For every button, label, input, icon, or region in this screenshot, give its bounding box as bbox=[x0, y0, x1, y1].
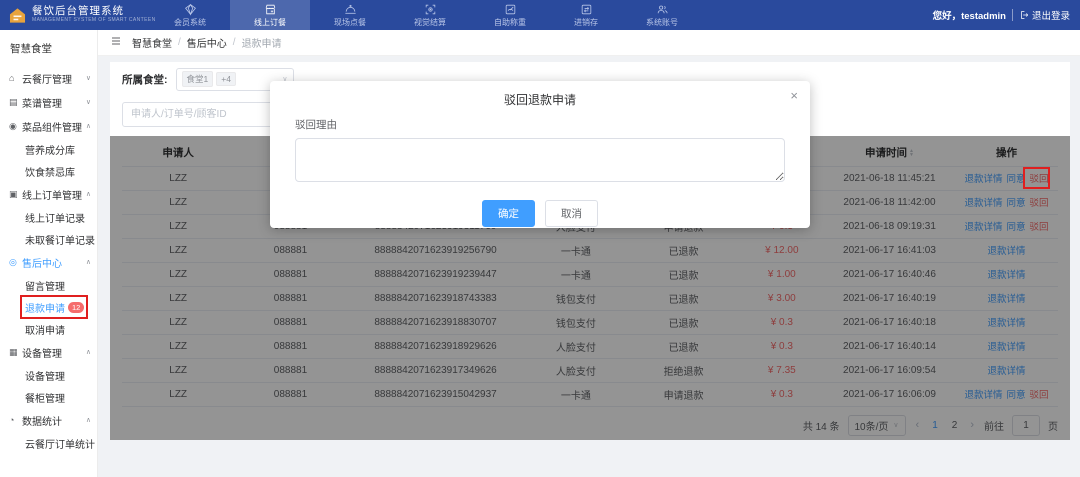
chevron-up-icon: ∧ bbox=[86, 348, 91, 356]
inventory-icon bbox=[580, 3, 593, 16]
orders-icon: ▣ bbox=[9, 189, 22, 200]
users-icon bbox=[656, 3, 669, 16]
chevron-up-icon: ∧ bbox=[86, 258, 91, 266]
nav-visual-checkout[interactable]: 视觉结算 bbox=[390, 0, 470, 30]
chevron-up-icon: ∧ bbox=[86, 416, 91, 424]
canteen-tag: 食堂1 bbox=[182, 71, 214, 87]
nav-self-weighing[interactable]: 自助称重 bbox=[470, 0, 550, 30]
top-nav: 会员系统 线上订餐 现场点餐 视觉结算 自助称重 进销存 bbox=[150, 0, 923, 30]
sidebar-item-cabinet-mgmt[interactable]: 餐柜管理 bbox=[0, 386, 97, 408]
user-area: 您好，testadmin 退出登录 bbox=[923, 0, 1080, 30]
sidebar-item-cloud-order-stats[interactable]: 云餐厅订单统计 bbox=[0, 432, 97, 454]
dish-icon bbox=[344, 3, 357, 16]
cancel-button[interactable]: 取消 bbox=[545, 200, 598, 227]
sidebar-item-diet-taboo-library[interactable]: 饮食禁忌库 bbox=[0, 160, 97, 182]
sidebar-item-dish-components[interactable]: ◉ 菜品组件管理 ∧ bbox=[0, 114, 97, 138]
reject-reason-textarea[interactable] bbox=[295, 138, 785, 182]
sidebar-item-refund-requests[interactable]: 退款申请 12 bbox=[0, 296, 97, 318]
breadcrumb-item[interactable]: 智慧食堂 bbox=[132, 35, 172, 50]
breadcrumb-separator: / bbox=[178, 37, 181, 48]
home-icon: ⌂ bbox=[9, 73, 22, 83]
reject-reason-label: 驳回理由 bbox=[295, 117, 785, 132]
chevron-down-icon: ∨ bbox=[86, 74, 91, 82]
sidebar-item-cancel-requests[interactable]: 取消申请 bbox=[0, 318, 97, 340]
sidebar-item-online-order-records[interactable]: 线上订单记录 bbox=[0, 206, 97, 228]
nav-inventory[interactable]: 进销存 bbox=[550, 0, 622, 30]
headset-icon: ◎ bbox=[9, 257, 22, 268]
sidebar-item-aftersales-center[interactable]: ◎ 售后中心 ∧ bbox=[0, 250, 97, 274]
app-root: 餐饮后台管理系统 MANAGEMENT SYSTEM OF SMART CANT… bbox=[0, 0, 1080, 477]
sidebar: 智慧食堂 ⌂ 云餐厅管理 ∨ ▤ 菜谱管理 ∨ ◉ 菜品组件管理 ∧ 营养成分库… bbox=[0, 30, 98, 477]
confirm-button[interactable]: 确定 bbox=[482, 200, 535, 227]
sidebar-item-data-statistics[interactable]: ◔ 数据统计 ∧ bbox=[0, 408, 97, 432]
nav-onsite-ordering[interactable]: 现场点餐 bbox=[310, 0, 390, 30]
sidebar-item-device-mgmt[interactable]: ▦ 设备管理 ∧ bbox=[0, 340, 97, 364]
close-icon[interactable]: × bbox=[790, 89, 798, 102]
canteen-tag-more: +4 bbox=[216, 72, 236, 86]
pie-chart-icon: ◔ bbox=[9, 415, 22, 425]
divider bbox=[1012, 9, 1013, 21]
scan-icon bbox=[424, 3, 437, 16]
sidebar-item-unpicked-order-records[interactable]: 未取餐订单记录 bbox=[0, 228, 97, 250]
logout-button[interactable]: 退出登录 bbox=[1019, 8, 1070, 22]
sidebar-item-nutrition-library[interactable]: 营养成分库 bbox=[0, 138, 97, 160]
breadcrumb: 智慧食堂 / 售后中心 / 退款申请 bbox=[98, 30, 1080, 56]
canteen-filter-label: 所属食堂: bbox=[122, 72, 168, 87]
components-icon: ◉ bbox=[9, 121, 22, 132]
app-logo: 餐饮后台管理系统 MANAGEMENT SYSTEM OF SMART CANT… bbox=[0, 0, 150, 30]
nav-online-ordering[interactable]: 线上订餐 bbox=[230, 0, 310, 30]
sidebar-item-message-mgmt[interactable]: 留言管理 bbox=[0, 274, 97, 296]
store-icon bbox=[264, 3, 277, 16]
logo-icon bbox=[8, 6, 27, 25]
user-greeting: 您好，testadmin bbox=[933, 8, 1006, 22]
nav-system-accounts[interactable]: 系统账号 bbox=[622, 0, 702, 30]
chevron-up-icon: ∧ bbox=[86, 190, 91, 198]
app-subtitle: MANAGEMENT SYSTEM OF SMART CANTEEN bbox=[32, 18, 156, 24]
sidebar-item-recipe-mgmt[interactable]: ▤ 菜谱管理 ∨ bbox=[0, 90, 97, 114]
breadcrumb-current: 退款申请 bbox=[242, 35, 282, 50]
refund-count-badge: 12 bbox=[68, 302, 84, 313]
sidebar-item-online-order-mgmt[interactable]: ▣ 线上订单管理 ∧ bbox=[0, 182, 97, 206]
diamond-icon bbox=[184, 3, 197, 16]
logout-icon bbox=[1019, 10, 1029, 20]
sidebar-title: 智慧食堂 bbox=[0, 30, 97, 66]
reject-refund-modal: 驳回退款申请 × 驳回理由 确定 取消 bbox=[270, 81, 810, 228]
devices-icon: ▦ bbox=[9, 347, 22, 358]
chevron-up-icon: ∧ bbox=[86, 122, 91, 130]
scale-icon bbox=[504, 3, 517, 16]
collapse-menu-icon[interactable] bbox=[110, 35, 122, 50]
breadcrumb-item[interactable]: 售后中心 bbox=[187, 35, 227, 50]
sidebar-item-cloud-restaurant[interactable]: ⌂ 云餐厅管理 ∨ bbox=[0, 66, 97, 90]
sidebar-item-device-mgmt-sub[interactable]: 设备管理 bbox=[0, 364, 97, 386]
chevron-down-icon: ∨ bbox=[86, 98, 91, 106]
menu-book-icon: ▤ bbox=[9, 97, 22, 108]
nav-member-system[interactable]: 会员系统 bbox=[150, 0, 230, 30]
top-header: 餐饮后台管理系统 MANAGEMENT SYSTEM OF SMART CANT… bbox=[0, 0, 1080, 30]
breadcrumb-separator: / bbox=[233, 37, 236, 48]
modal-title: 驳回退款申请 bbox=[504, 93, 576, 107]
